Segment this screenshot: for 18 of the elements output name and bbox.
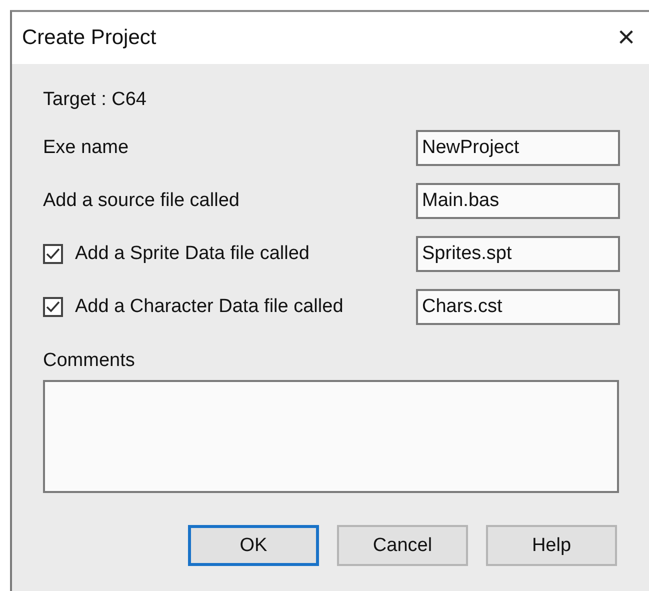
field-label: Exe name [43, 137, 129, 159]
target-label: Target : C64 [43, 88, 146, 112]
input-field[interactable]: Sprites.spt [416, 236, 620, 272]
checkbox[interactable] [43, 297, 63, 317]
input-field[interactable]: Chars.cst [416, 289, 620, 325]
checkbox[interactable] [43, 244, 63, 264]
window-title: Create Project [22, 26, 156, 50]
dialog-button[interactable]: Help [486, 525, 617, 566]
input-field[interactable]: NewProject [416, 130, 620, 166]
dialog-button[interactable]: Cancel [337, 525, 468, 566]
comments-field[interactable] [43, 380, 619, 493]
comments-label: Comments [43, 350, 135, 372]
checkbox-label: Add a Sprite Data file called [75, 243, 310, 265]
field-label: Add a source file called [43, 190, 240, 212]
dialog-button[interactable]: OK [188, 525, 319, 566]
close-button[interactable]: × [617, 23, 635, 53]
input-field[interactable]: Main.bas [416, 183, 620, 219]
checkbox-label: Add a Character Data file called [75, 296, 344, 318]
